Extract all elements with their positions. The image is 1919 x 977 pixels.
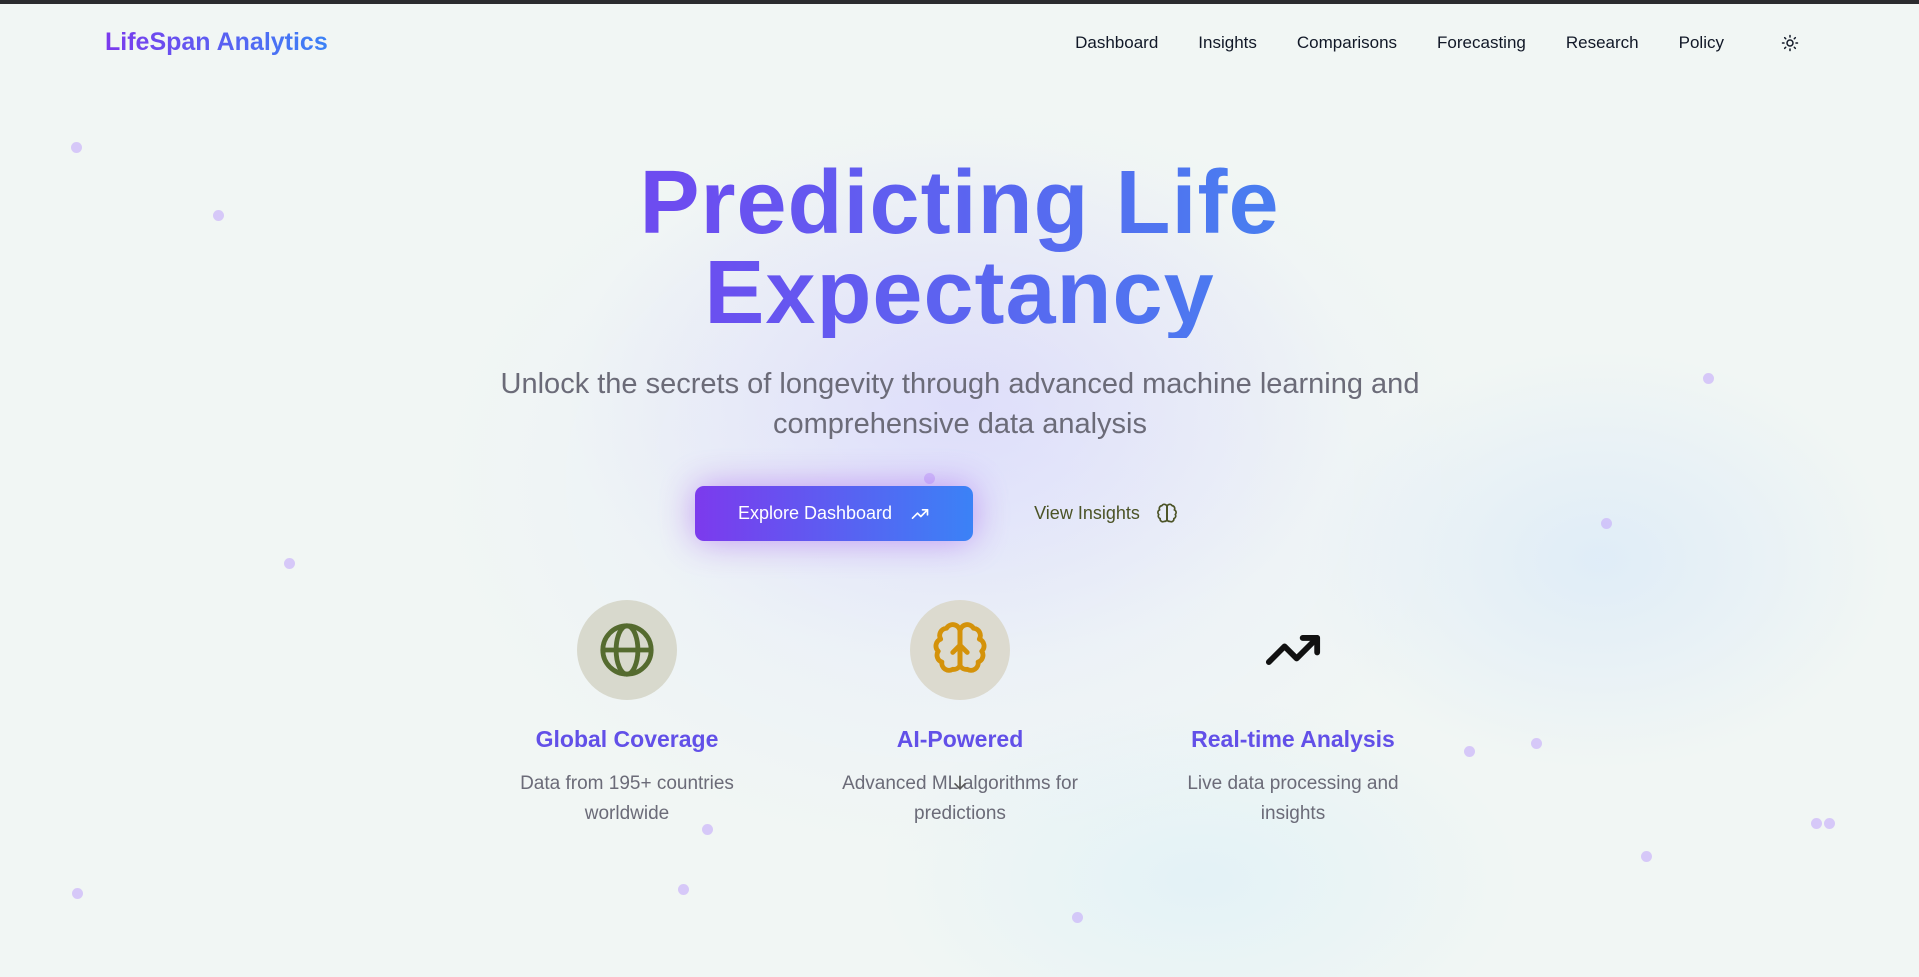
brand-logo[interactable]: LifeSpan Analytics — [105, 28, 328, 57]
nav-link-dashboard[interactable]: Dashboard — [1075, 33, 1158, 53]
theme-toggle-button[interactable] — [1778, 31, 1802, 55]
explore-dashboard-button[interactable]: Explore Dashboard — [695, 486, 973, 541]
hero-title: Predicting Life Expectancy — [0, 158, 1919, 338]
decor-dot — [1531, 738, 1542, 749]
nav-link-policy[interactable]: Policy — [1679, 33, 1724, 53]
feature-title: AI-Powered — [896, 726, 1024, 752]
top-nav-bar: LifeSpan Analytics Dashboard Insights Co… — [0, 4, 1919, 84]
explore-dashboard-label: Explore Dashboard — [737, 503, 893, 523]
decor-dot — [1811, 818, 1822, 829]
decor-dot — [284, 558, 295, 569]
trending-up-icon — [1265, 635, 1321, 665]
scroll-down-indicator[interactable] — [950, 772, 970, 794]
decor-dot — [1824, 818, 1835, 829]
feature-title: Global Coverage — [535, 726, 719, 752]
hero-title-line1: Predicting Life — [639, 153, 1280, 253]
decor-dot — [1072, 912, 1083, 923]
brain-icon — [933, 622, 987, 673]
feature-ai-powered: AI-Powered Advanced ML algorithms for pr… — [820, 600, 1100, 829]
decor-dot — [1464, 746, 1475, 757]
feature-icon-badge — [910, 600, 1010, 700]
feature-description: Live data processing and insights — [1187, 773, 1399, 824]
decor-dot — [1703, 373, 1714, 384]
decor-dot — [72, 888, 83, 899]
trending-up-icon — [911, 508, 929, 519]
sun-icon — [1781, 34, 1799, 52]
arrow-down-icon — [954, 775, 966, 790]
hero-title-line2: Expectancy — [704, 243, 1215, 343]
globe-icon — [600, 623, 654, 677]
feature-description: Data from 195+ countries worldwide — [520, 773, 734, 824]
feature-realtime-analysis: Real-time Analysis Live data processing … — [1153, 600, 1433, 829]
view-insights-button[interactable]: View Insights — [1016, 486, 1196, 541]
nav-link-comparisons[interactable]: Comparisons — [1297, 33, 1397, 53]
feature-icon-badge — [1243, 600, 1343, 700]
decor-dot — [1641, 851, 1652, 862]
decor-dot — [71, 142, 82, 153]
decor-dot — [924, 473, 935, 484]
main-nav: Dashboard Insights Comparisons Forecasti… — [1075, 33, 1724, 53]
brain-icon — [1156, 503, 1177, 523]
hero-subtitle: Unlock the secrets of longevity through … — [500, 368, 1420, 440]
nav-link-insights[interactable]: Insights — [1198, 33, 1257, 53]
nav-link-research[interactable]: Research — [1566, 33, 1639, 53]
decor-dot — [678, 884, 689, 895]
nav-link-forecasting[interactable]: Forecasting — [1437, 33, 1526, 53]
decor-dot — [1601, 518, 1612, 529]
feature-icon-badge — [577, 600, 677, 700]
feature-title: Real-time Analysis — [1191, 726, 1395, 752]
view-insights-label: View Insights — [1034, 503, 1140, 523]
feature-global-coverage: Global Coverage Data from 195+ countries… — [487, 600, 767, 829]
